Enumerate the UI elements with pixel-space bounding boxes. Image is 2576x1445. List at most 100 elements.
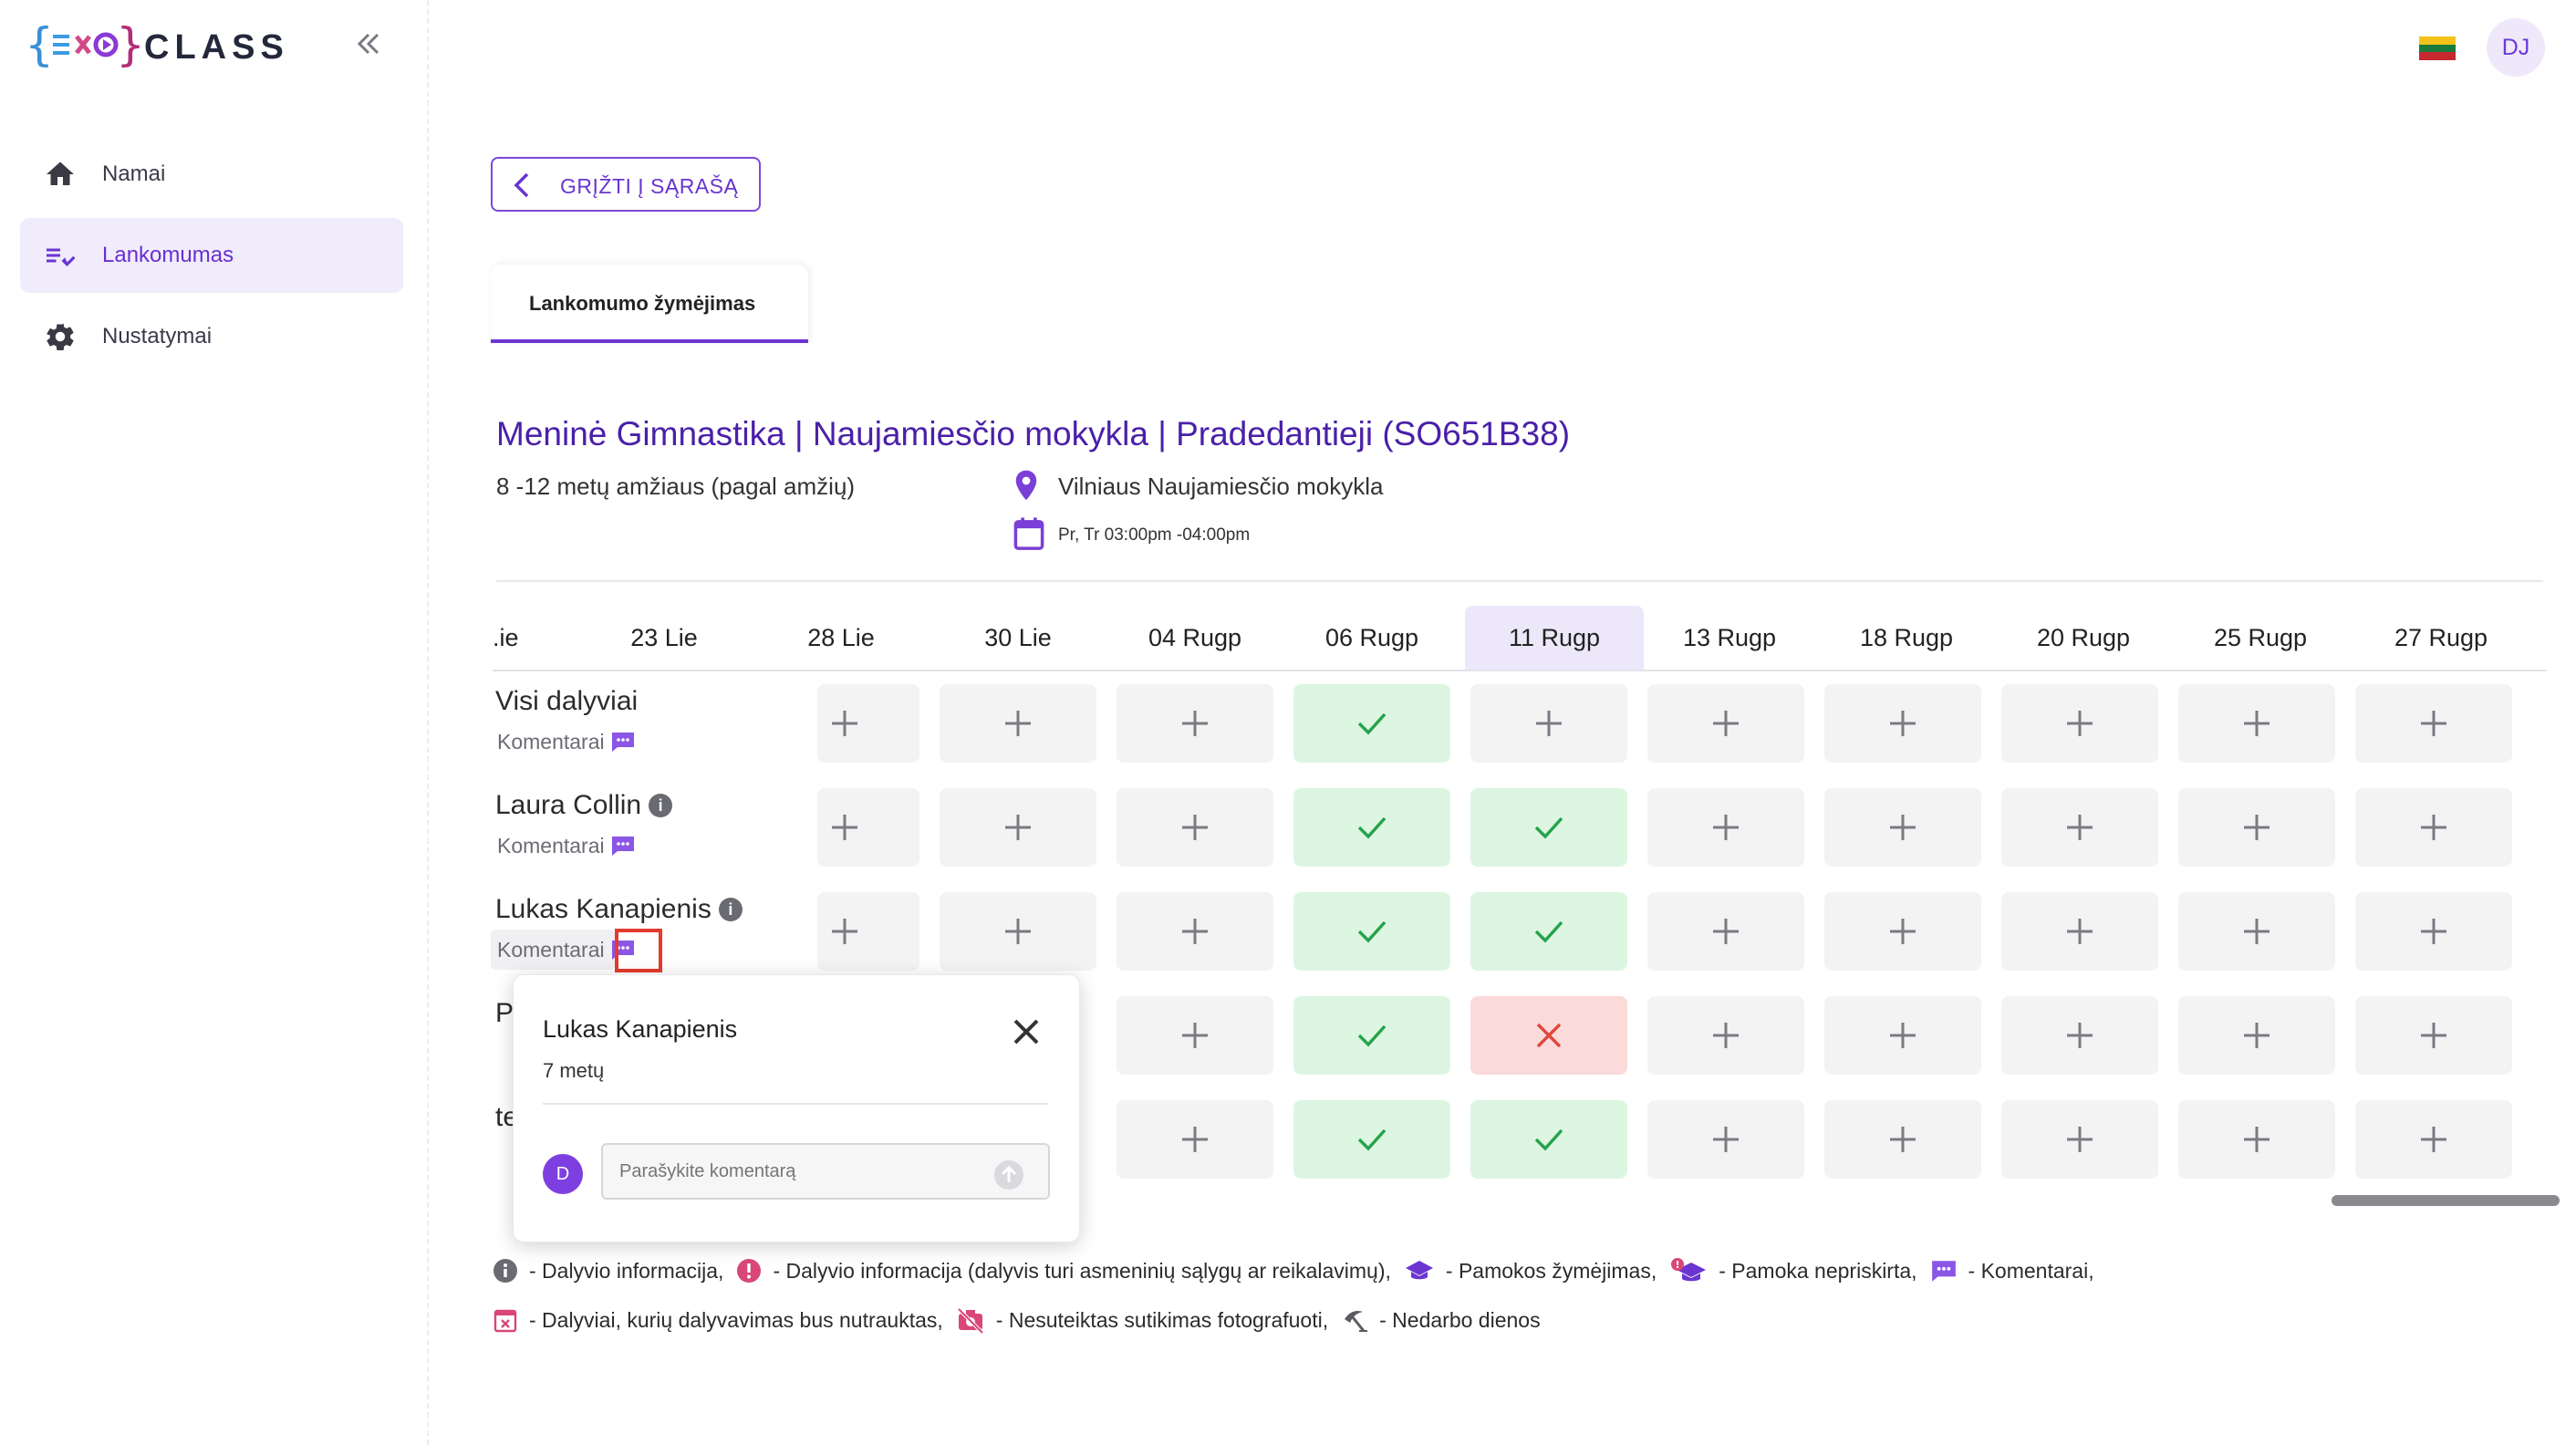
group-title: Meninė Gimnastika | Naujamiesčio mokykla… [496,415,1571,452]
app-logo[interactable]: { } CLASS [26,15,299,73]
date-header[interactable]: 06 Rugp [1283,624,1461,652]
attendance-cell[interactable] [1470,788,1627,867]
comment-input[interactable] [601,1143,1050,1200]
plus-icon [2067,815,2093,840]
comments-link[interactable]: Komentarai [497,730,636,754]
attendance-cell[interactable] [1824,1100,1981,1179]
plus-icon [1182,815,1208,840]
beach-umbrella-icon [1345,1311,1368,1332]
legend-item: - Pamoka nepriskirta, [1669,1257,1917,1284]
participant-name[interactable]: Laura Collin i [495,790,673,821]
comment-icon [1931,1261,1956,1282]
participant-name[interactable]: Lukas Kanapienis i [495,894,743,925]
attendance-cell[interactable] [817,788,919,867]
collapse-sidebar-icon[interactable] [350,26,387,62]
tab-attendance-marking[interactable]: Lankomumo žymėjimas [491,265,808,343]
plus-icon [2421,919,2446,944]
attendance-cell[interactable] [2355,684,2512,763]
date-header[interactable]: 28 Lie [752,624,930,652]
back-to-list-button[interactable]: GRĮŽTI Į SĄRAŠĄ [491,157,761,212]
attendance-cell[interactable] [2178,788,2335,867]
attendance-cell[interactable] [2355,892,2512,971]
attendance-cell[interactable] [1470,1100,1627,1179]
attendance-cell[interactable] [1647,788,1804,867]
attendance-cell[interactable] [2001,892,2158,971]
info-icon[interactable]: i [649,794,673,817]
attendance-cell[interactable] [2355,1100,2512,1179]
attendance-cell[interactable] [1647,684,1804,763]
plus-icon [2421,1127,2446,1152]
attendance-cell[interactable] [1647,892,1804,971]
date-header[interactable]: 18 Rugp [1817,624,1996,652]
attendance-cell[interactable] [1293,1100,1450,1179]
plus-icon [1182,1127,1208,1152]
attendance-cell[interactable] [2178,996,2335,1075]
attendance-cell[interactable] [1117,996,1273,1075]
attendance-cell[interactable] [1647,1100,1804,1179]
close-icon[interactable] [1006,1012,1046,1052]
comment-icon-highlight[interactable] [615,929,662,972]
attendance-cell[interactable] [1824,892,1981,971]
date-header[interactable]: .ie [493,624,566,652]
group-age-range: 8 -12 metų amžiaus (pagal amžių) [496,473,856,500]
info-icon[interactable]: i [718,898,743,921]
attendance-cell[interactable] [1117,684,1273,763]
comments-link[interactable]: Komentarai [497,834,636,858]
attendance-cell[interactable] [1824,684,1981,763]
sidebar-item-namai[interactable]: Namai [20,137,403,212]
attendance-cell[interactable] [1293,996,1450,1075]
attendance-cell[interactable] [2178,684,2335,763]
attendance-cell[interactable] [2001,684,2158,763]
legend-item: - Dalyvio informacija (dalyvis turi asme… [736,1258,1391,1284]
participant-name[interactable]: Visi dalyviai [495,686,638,717]
plus-icon [2421,815,2446,840]
attendance-cell[interactable] [1293,892,1450,971]
attendance-cell[interactable] [817,684,919,763]
legend-text: - Pamokos žymėjimas, [1445,1258,1657,1283]
attendance-cell[interactable] [2178,892,2335,971]
date-header[interactable]: 11 Rugp [1465,624,1644,652]
date-header[interactable]: 27 Rugp [2352,624,2530,652]
attendance-cell[interactable] [940,684,1096,763]
attendance-cell[interactable] [940,892,1096,971]
date-header[interactable]: 25 Rugp [2171,624,2350,652]
participant-name[interactable]: P [495,998,514,1029]
location-pin-icon [1015,470,1037,501]
date-header[interactable]: 23 Lie [575,624,753,652]
attendance-cell[interactable] [1117,892,1273,971]
date-header[interactable]: 20 Rugp [1994,624,2173,652]
alert-icon [737,1259,762,1283]
attendance-cell[interactable] [2001,1100,2158,1179]
date-header[interactable]: 30 Lie [929,624,1107,652]
sidebar-item-nustatymai[interactable]: Nustatymai [20,299,403,374]
attendance-cell[interactable] [1470,892,1627,971]
plus-icon [1713,1023,1739,1048]
attendance-cell[interactable] [1293,788,1450,867]
attendance-cell[interactable] [817,892,919,971]
plus-icon [2244,1023,2270,1048]
plus-icon [1713,711,1739,736]
lithuania-flag-icon[interactable] [2419,36,2456,60]
horizontal-scrollbar[interactable] [2332,1195,2560,1206]
attendance-cell[interactable] [2001,996,2158,1075]
attendance-cell[interactable] [1647,996,1804,1075]
attendance-cell[interactable] [1470,684,1627,763]
attendance-cell[interactable] [1824,996,1981,1075]
attendance-cell[interactable] [1117,788,1273,867]
attendance-cell[interactable] [1293,684,1450,763]
attendance-cell[interactable] [2355,996,2512,1075]
comment-icon [611,837,634,856]
date-header[interactable]: 13 Rugp [1640,624,1819,652]
attendance-cell[interactable] [2355,788,2512,867]
user-avatar[interactable]: DJ [2487,18,2545,77]
chevron-left-icon [514,172,529,198]
send-arrow-icon[interactable] [993,1159,1024,1190]
date-header[interactable]: 04 Rugp [1106,624,1284,652]
attendance-cell[interactable] [1470,996,1627,1075]
attendance-cell[interactable] [1824,788,1981,867]
attendance-cell[interactable] [2001,788,2158,867]
attendance-cell[interactable] [2178,1100,2335,1179]
sidebar-item-lankomumas[interactable]: Lankomumas [20,218,403,293]
attendance-cell[interactable] [1117,1100,1273,1179]
attendance-cell[interactable] [940,788,1096,867]
